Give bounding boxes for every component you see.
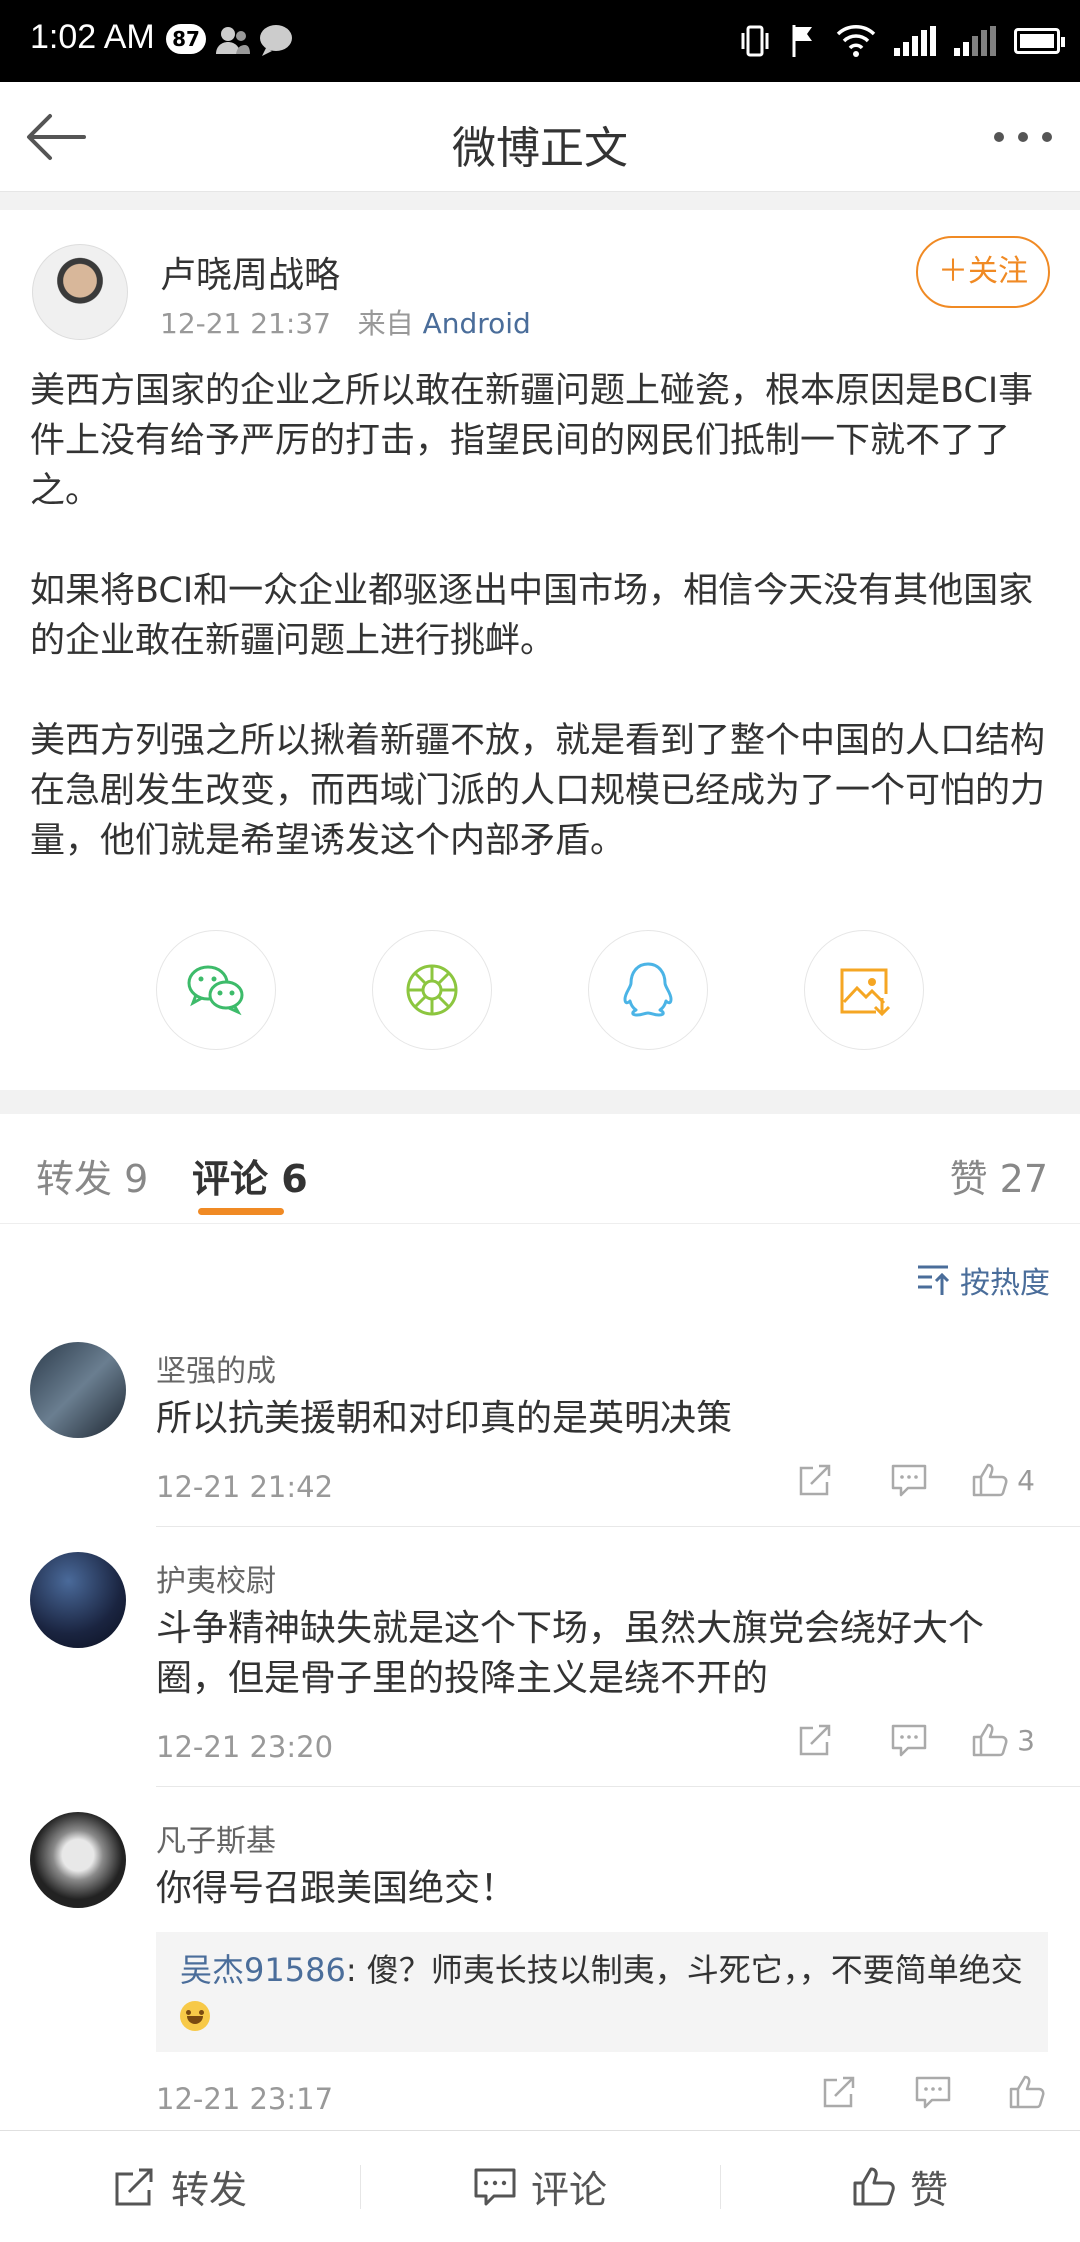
save-image-icon <box>840 968 891 1017</box>
comment-time: 12-21 23:17 <box>156 2082 334 2116</box>
like-button[interactable]: 赞 <box>720 2131 1080 2242</box>
post-time: 12-21 21:37 <box>160 307 331 340</box>
comment-label: 评论 <box>530 2168 607 2212</box>
comment-reply-button[interactable] <box>862 1722 956 1758</box>
thumbs-up-icon <box>972 1463 1008 1497</box>
comment-actions: 4 <box>768 1462 1050 1498</box>
page-title: 微博正文 <box>452 123 628 174</box>
status-time: 1:02 AM <box>30 18 155 56</box>
comment-text: 所以抗美援朝和对印真的是英明决策 <box>156 1398 733 1439</box>
sort-label: 按热度 <box>960 1266 1050 1301</box>
section-divider <box>0 1090 1080 1114</box>
like-count: 3 <box>1017 1723 1035 1757</box>
contacts-icon <box>216 27 250 54</box>
wechat-icon <box>187 965 244 1016</box>
wifi-icon <box>836 25 876 57</box>
bottom-action-bar: 转发 评论 赞 <box>0 2130 1080 2242</box>
author-name[interactable]: 卢晓周战略 <box>160 246 340 298</box>
comment-reply-button[interactable] <box>862 1462 956 1498</box>
status-bar: 1:02 AM 87 <box>0 0 1080 82</box>
comment-share-button[interactable] <box>768 1462 862 1498</box>
share-icon <box>799 1724 831 1756</box>
commenter-name[interactable]: 护夷校尉 <box>156 1556 276 1600</box>
author-avatar[interactable] <box>32 244 128 340</box>
commenter-avatar[interactable] <box>30 1812 126 1908</box>
like-count: 4 <box>1017 1463 1035 1497</box>
comment-divider <box>156 1526 1080 1527</box>
sort-by-hot-button[interactable]: 按热度 <box>916 1258 1050 1302</box>
comment-actions <box>792 2074 1074 2110</box>
status-icons <box>740 20 1065 62</box>
comment-like-button[interactable] <box>980 2074 1074 2110</box>
thumbs-up-icon <box>1009 2075 1045 2109</box>
comment-reply-button[interactable] <box>886 2074 980 2110</box>
post-paragraph: 美西方国家的企业之所以敢在新疆问题上碰瓷，根本原因是BCI事件上没有给予严厉的打… <box>30 371 1034 511</box>
comment-actions: 3 <box>768 1722 1050 1758</box>
flag-icon <box>792 25 812 57</box>
sort-icon <box>918 1265 950 1295</box>
commenter-name[interactable]: 坚强的成 <box>156 1346 276 1390</box>
follow-button[interactable]: ＋关注 <box>916 236 1050 308</box>
battery-icon <box>1014 28 1065 54</box>
repost-label: 转发 <box>170 2168 247 2212</box>
comment-share-button[interactable] <box>792 2074 886 2110</box>
moments-icon <box>406 964 458 1016</box>
comment-icon <box>474 2168 516 2205</box>
comment-like-button[interactable]: 3 <box>956 1722 1050 1758</box>
comment-text: 斗争精神缺失就是这个下场，虽然大旗党会绕好大个圈，但是骨子里的投降主义是绕不开的 <box>156 1608 985 1699</box>
section-divider <box>0 192 1080 210</box>
comment-button[interactable]: 评论 <box>360 2131 720 2242</box>
comment-icon <box>915 2076 951 2109</box>
message-icon <box>260 25 292 56</box>
vibrate-icon <box>741 25 769 57</box>
like-label: 赞 <box>909 2168 948 2212</box>
notification-count-badge: 87 <box>166 24 206 54</box>
comment-divider <box>156 1786 1080 1787</box>
top-nav-bar: 微博正文 <box>0 82 1080 192</box>
reply-text: : 傻？师夷长技以制夷，斗死它，，不要简单绝交 <box>345 1951 1023 1989</box>
post-body: 美西方国家的企业之所以敢在新疆问题上碰瓷，根本原因是BCI事件上没有给予严厉的打… <box>30 366 1050 916</box>
signal-icon <box>894 26 936 56</box>
signal-icon-2 <box>954 26 996 56</box>
comment-text: 你得号召跟美国绝交！ <box>156 1868 517 1909</box>
repost-icon <box>115 2168 153 2205</box>
comment-icon <box>891 1464 927 1497</box>
commenter-name[interactable]: 凡子斯基 <box>156 1816 276 1860</box>
tab-comments[interactable]: 评论 6 <box>192 1148 308 1203</box>
comment-icon <box>891 1724 927 1757</box>
thumbs-up-icon <box>972 1723 1008 1757</box>
repost-button[interactable]: 转发 <box>0 2131 360 2242</box>
nested-reply[interactable]: 吴杰91586: 傻？师夷长技以制夷，斗死它，，不要简单绝交 <box>156 1932 1048 2052</box>
tab-likes[interactable]: 赞 27 <box>950 1148 1048 1203</box>
comment-like-button[interactable]: 4 <box>956 1462 1050 1498</box>
comment-time: 12-21 23:20 <box>156 1730 334 1764</box>
save-image-button[interactable] <box>804 930 924 1050</box>
commenter-avatar[interactable] <box>30 1342 126 1438</box>
share-icon <box>799 1464 831 1496</box>
share-row <box>0 930 1080 1050</box>
share-qq-button[interactable] <box>588 930 708 1050</box>
active-tab-indicator <box>198 1208 284 1215</box>
post-source: Android <box>422 307 531 340</box>
commenter-avatar[interactable] <box>30 1552 126 1648</box>
smile-emoji-icon <box>180 2001 210 2031</box>
share-moments-button[interactable] <box>372 930 492 1050</box>
thumbs-up-icon <box>853 2167 895 2205</box>
comment-share-button[interactable] <box>768 1722 862 1758</box>
post-paragraph: 如果将BCI和一众企业都驱逐出中国市场，相信今天没有其他国家的企业敢在新疆问题上… <box>30 571 1034 661</box>
qq-icon <box>623 962 673 1017</box>
more-options-icon[interactable] <box>994 132 1052 142</box>
share-wechat-button[interactable] <box>156 930 276 1050</box>
share-icon <box>823 2076 855 2108</box>
interaction-tabs: 转发 9 评论 6 赞 27 <box>0 1114 1080 1224</box>
post-source-prefix: 来自 <box>357 307 414 340</box>
comment-time: 12-21 21:42 <box>156 1470 334 1504</box>
reply-username[interactable]: 吴杰91586 <box>180 1951 346 1989</box>
post-meta: 12-21 21:37 来自 Android <box>160 302 531 342</box>
tab-reposts[interactable]: 转发 9 <box>36 1148 148 1203</box>
post-paragraph: 美西方列强之所以揪着新疆不放，就是看到了整个中国的人口结构在急剧发生改变，而西域… <box>30 721 1046 861</box>
